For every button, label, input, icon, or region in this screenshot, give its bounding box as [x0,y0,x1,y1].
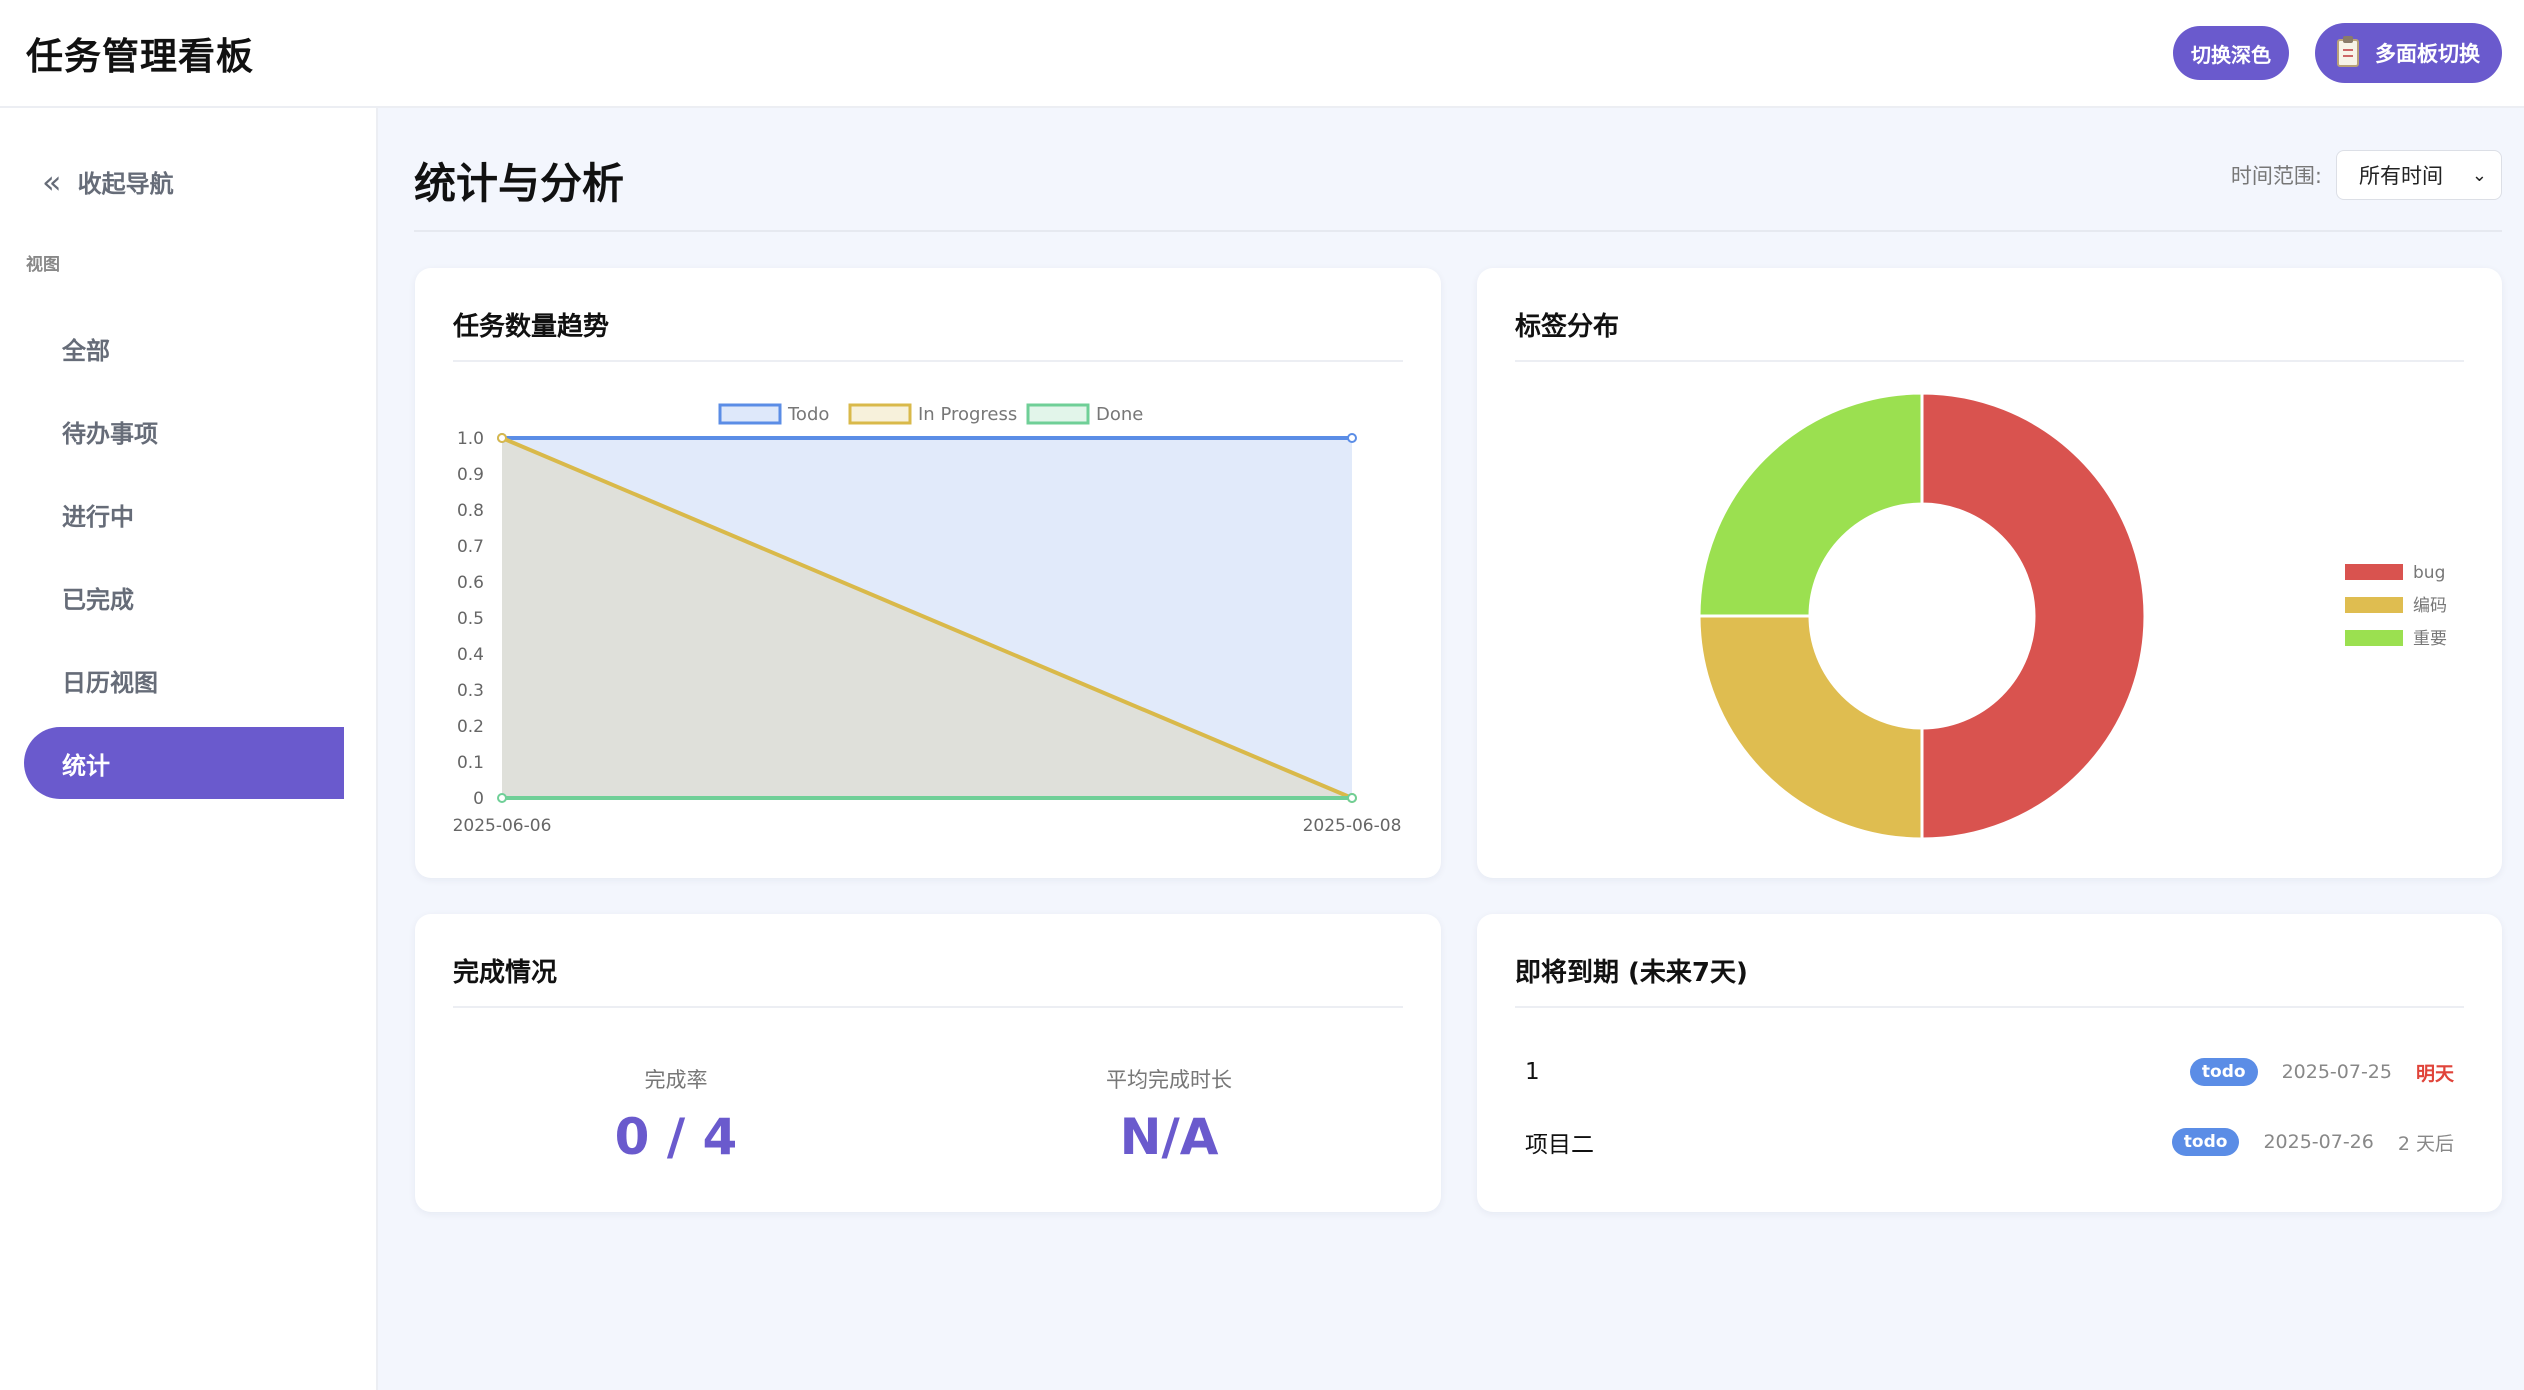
completion-rate-value: 0 / 4 [614,1108,738,1166]
tag-distribution-chart: bug 编码重要 [1697,391,2447,841]
due-item-name: 1 [1525,1059,1540,1085]
due-item-relative: 明天 [2415,1062,2454,1085]
app-title: 任务管理看板 [26,35,254,78]
double-chevron-left-icon: « [42,162,62,201]
due-list-item[interactable]: 1 todo 2025-07-25 明天 [1525,1052,2454,1092]
due-soon-card: 即将到期 (未来7天) 1 todo 2025-07-25 明天 项目二 tod… [1477,914,2502,1212]
multi-board-switch-label: 多面板切换 [2375,42,2480,66]
y-tick-label: 1.0 [457,429,484,449]
sidebar-item-stats[interactable]: 统计 [24,727,344,799]
card-divider [453,1006,1403,1008]
top-actions: 切换深色 多面板切换 [2173,23,2502,83]
y-tick-label: 0.1 [457,753,484,773]
data-point [497,433,507,443]
card-divider [1515,1006,2464,1008]
pie-slice [1697,391,1924,618]
due-list-item[interactable]: 项目二 todo 2025-07-26 2 天后 [1525,1122,2454,1162]
sidebar-nav: 全部 待办事项 进行中 已完成 日历视图 统计 [24,312,344,810]
avg-duration-stat: 平均完成时长 N/A [1019,1064,1319,1166]
pie-slice [1697,614,1924,841]
pie-slice [1920,391,2147,841]
clipboard-icon [2337,36,2359,67]
completion-rate-stat: 完成率 0 / 4 [526,1064,826,1166]
due-soon-card-title: 即将到期 (未来7天) [1515,958,1748,988]
completion-card: 完成情况 完成率 0 / 4 平均完成时长 N/A [415,914,1441,1212]
time-range-value: 所有时间 [2359,164,2443,188]
completion-card-title: 完成情况 [453,958,558,988]
legend-swatch [2345,630,2403,646]
tags-card: 标签分布 bug 编码 重要 [1477,268,2502,878]
completion-rate-label: 完成率 [644,1068,708,1092]
legend-label: In Progress [918,404,1017,425]
trend-card: 任务数量趋势 Todo In Progress Done 1.0 0.9 0.8 0.7 0.… [415,268,1441,878]
due-item-relative: 2 天后 [2397,1132,2454,1155]
due-item-name: 项目二 [1525,1132,1594,1158]
sidebar-item-done[interactable]: 已完成 [24,561,344,633]
title-divider [414,230,2502,232]
page-title: 统计与分析 [414,159,625,208]
legend-swatch [848,403,912,425]
multi-board-switch-button[interactable]: 多面板切换 [2315,23,2502,83]
legend-label: Done [1096,404,1143,425]
collapse-nav-label: 收起导航 [77,170,174,198]
trend-chart: Todo In Progress Done 1.0 0.9 0.8 0.7 0.6 0.5 0.4… [453,403,1402,836]
data-point [1347,793,1357,803]
y-tick-label: 0.4 [457,645,484,665]
legend-label: 编码 [2413,596,2447,616]
legend-swatch [718,403,782,425]
legend-swatch [2345,564,2403,580]
time-range-select[interactable]: 所有时间 ⌄ [2336,150,2502,200]
legend-label: bug [2413,563,2445,583]
collapse-nav-button[interactable]: « 收起导航 [42,164,174,199]
x-tick-label: 2025-06-08 [1303,816,1402,836]
sidebar-section-label: 视图 [26,255,60,275]
due-item-date: 2025-07-26 [2263,1131,2374,1153]
time-range-filter: 时间范围: 所有时间 ⌄ [2231,150,2502,200]
y-tick-label: 0.3 [457,681,484,701]
toggle-dark-theme-button[interactable]: 切换深色 [2173,26,2289,80]
y-tick-label: 0.6 [457,573,484,593]
legend-label: Todo [787,404,829,425]
data-point [1347,433,1357,443]
sidebar-item-in-progress[interactable]: 进行中 [24,478,344,550]
y-tick-label: 0 [473,789,484,809]
avg-duration-value: N/A [1119,1108,1219,1166]
x-tick-label: 2025-06-06 [453,816,552,836]
sidebar-item-todo[interactable]: 待办事项 [24,395,344,467]
sidebar-item-all[interactable]: 全部 [24,312,344,384]
time-range-label: 时间范围: [2230,164,2322,188]
avg-duration-label: 平均完成时长 [1106,1068,1232,1092]
y-tick-label: 0.7 [457,537,484,557]
y-tick-label: 0.2 [457,717,484,737]
y-tick-label: 0.8 [457,501,484,521]
y-tick-label: 0.9 [457,465,484,485]
y-tick-label: 0.5 [457,609,484,629]
due-item-date: 2025-07-25 [2281,1061,2392,1083]
legend-label: 重要 [2413,629,2447,649]
status-badge: todo [2171,1128,2240,1156]
sidebar-item-calendar[interactable]: 日历视图 [24,644,344,716]
status-badge: todo [2189,1058,2258,1086]
chevron-down-icon: ⌄ [2471,164,2487,186]
legend-swatch [2345,597,2403,613]
legend-swatch [1026,403,1090,425]
sidebar: « 收起导航 视图 全部 待办事项 进行中 已完成 日历视图 统计 [0,108,378,1390]
top-bar: 任务管理看板 切换深色 多面板切换 [0,0,2524,108]
data-point [497,793,507,803]
